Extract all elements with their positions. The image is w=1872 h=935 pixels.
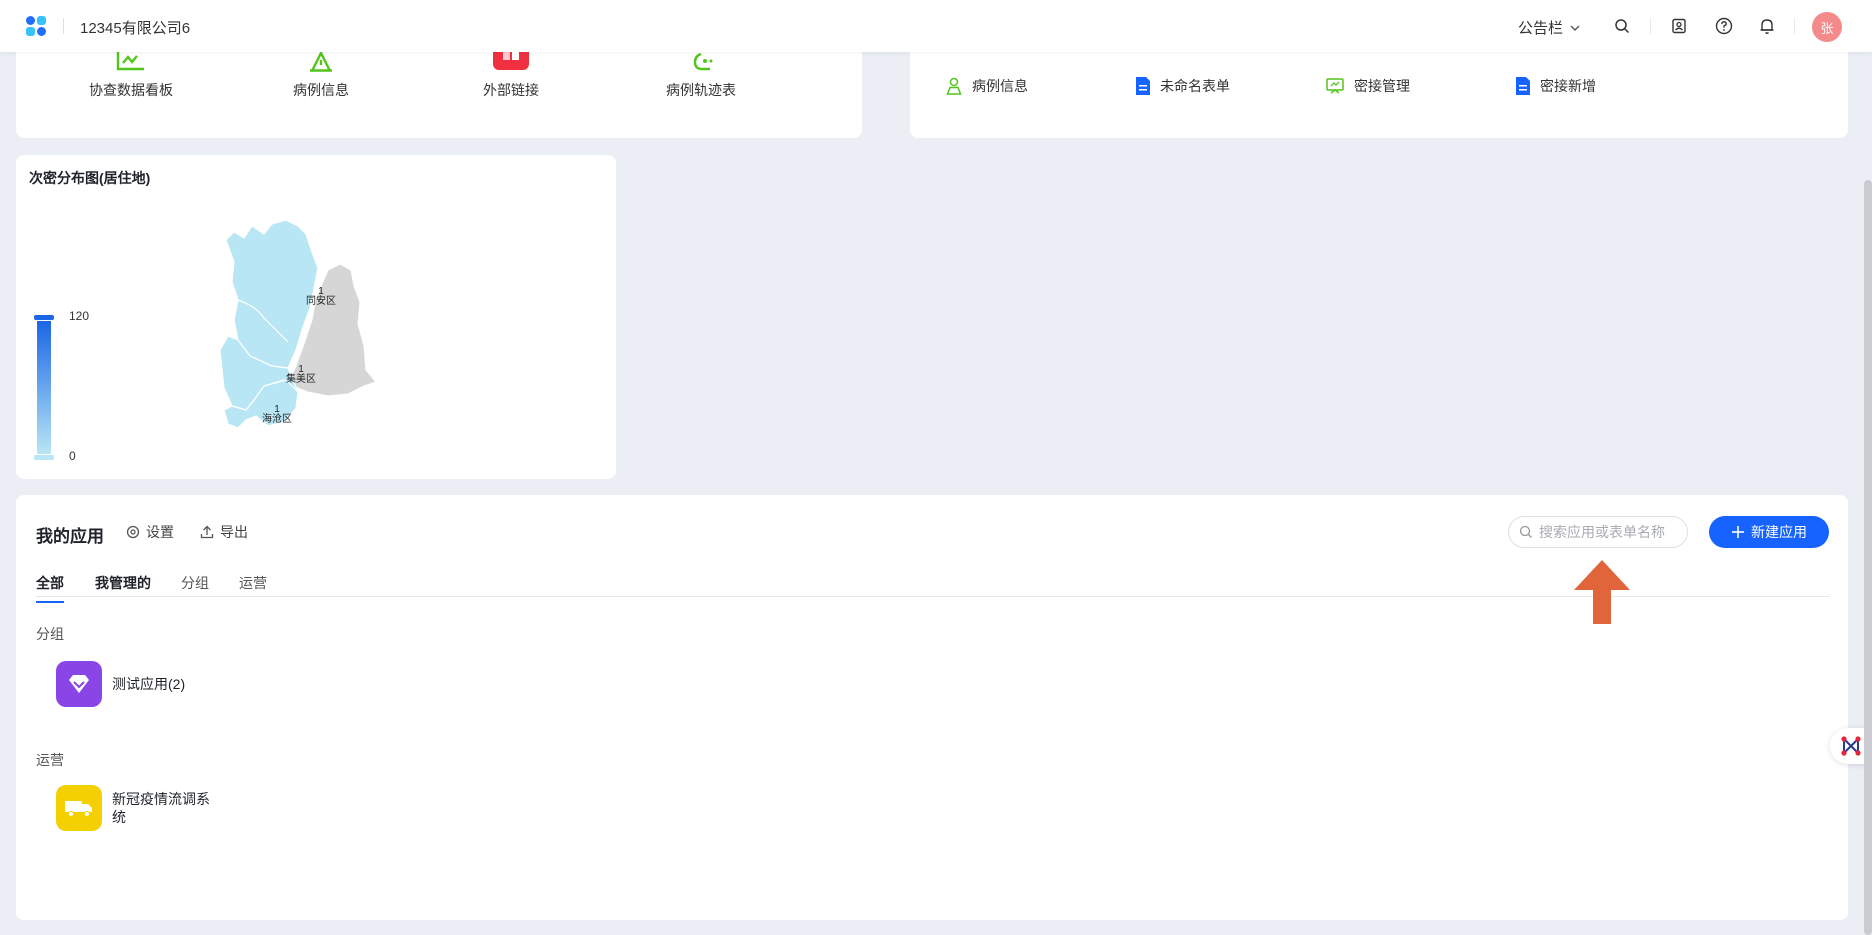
- section-label-group: 分组: [36, 626, 64, 642]
- section-label-operations: 运营: [36, 752, 64, 768]
- quick-link-label: 病例信息: [293, 82, 349, 98]
- document-icon: [1516, 77, 1530, 95]
- recent-form-label: 病例信息: [972, 78, 1028, 94]
- district-map[interactable]: [216, 210, 436, 470]
- screen-icon: [1326, 78, 1344, 94]
- recent-form-contact-management[interactable]: 密接管理: [1326, 76, 1410, 96]
- gear-icon: [126, 525, 140, 539]
- user-avatar[interactable]: 张: [1812, 12, 1842, 42]
- document-icon: [1136, 77, 1150, 95]
- top-bar: 12345有限公司6 公告栏 张: [0, 0, 1872, 52]
- page-scrollbar[interactable]: [1864, 180, 1872, 935]
- upload-icon: [200, 525, 214, 539]
- recent-form-contact-add[interactable]: 密接新增: [1516, 76, 1596, 96]
- export-button[interactable]: 导出: [200, 522, 248, 542]
- district-label-tongan[interactable]: 1 同安区: [306, 287, 336, 307]
- export-label: 导出: [220, 524, 248, 540]
- new-app-label: 新建应用: [1751, 524, 1807, 540]
- chevron-down-icon: [1570, 25, 1580, 31]
- header-separator: [1650, 18, 1651, 34]
- app-name: 新冠疫情流调系统: [112, 791, 210, 825]
- tab-operations[interactable]: 运营: [239, 573, 267, 601]
- annotation-arrow-up-icon: [1574, 560, 1630, 624]
- recent-form-label: 密接新增: [1540, 78, 1596, 94]
- app-tile-covid-tracing[interactable]: 新冠疫情流调系统: [56, 785, 214, 831]
- search-icon: [1519, 525, 1532, 538]
- recent-form-case-info[interactable]: 病例信息: [946, 76, 1028, 96]
- plus-icon: [1732, 526, 1744, 538]
- settings-button[interactable]: 设置: [126, 522, 174, 542]
- network-icon: [1841, 736, 1861, 756]
- distribution-map-card: 次密分布图(居住地) 120 0 1 同安区 1 集美区 1 海沧区: [16, 155, 616, 479]
- notice-board-label: 公告栏: [1518, 20, 1564, 37]
- company-name[interactable]: 12345有限公司6: [80, 17, 190, 38]
- app-search-box[interactable]: [1508, 516, 1688, 548]
- district-label-haicang[interactable]: 1 海沧区: [262, 405, 292, 425]
- my-apps-title: 我的应用: [36, 527, 104, 546]
- legend-max-value: 120: [69, 309, 90, 323]
- notice-board-dropdown[interactable]: 公告栏: [1518, 17, 1581, 38]
- quick-link-label: 协查数据看板: [89, 82, 173, 98]
- legend-min-value: 0: [69, 449, 76, 463]
- header-divider: [63, 18, 64, 34]
- help-icon[interactable]: [1713, 15, 1735, 37]
- app-tabs: 全部 我管理的 分组 运营: [36, 573, 1830, 603]
- app-name: 测试应用(2): [112, 676, 186, 692]
- truck-icon: [56, 785, 102, 831]
- diamond-icon: [56, 661, 102, 707]
- app-search-input[interactable]: [1539, 524, 1679, 540]
- person-icon: [946, 77, 962, 95]
- tab-managed[interactable]: 我管理的: [95, 573, 151, 601]
- new-app-button[interactable]: 新建应用: [1709, 516, 1829, 548]
- my-apps-card: 我的应用 设置 导出 新建应用 全部 我管理的 分组 运营 分组 测试应用(2)…: [16, 495, 1848, 920]
- map-title: 次密分布图(居住地): [29, 170, 151, 186]
- recent-form-label: 密接管理: [1354, 78, 1410, 94]
- header-separator: [1794, 18, 1795, 34]
- search-icon[interactable]: [1611, 15, 1633, 37]
- recent-form-label: 未命名表单: [1160, 78, 1230, 94]
- district-label-jimei[interactable]: 1 集美区: [286, 365, 316, 385]
- settings-label: 设置: [146, 524, 174, 540]
- contacts-icon[interactable]: [1668, 15, 1690, 37]
- tab-all[interactable]: 全部: [36, 573, 64, 603]
- app-logo-icon[interactable]: [26, 16, 48, 36]
- quick-link-label: 病例轨迹表: [666, 82, 736, 98]
- quick-link-label: 外部链接: [483, 82, 539, 98]
- app-tile-test[interactable]: 测试应用(2): [56, 661, 214, 707]
- bell-icon[interactable]: [1756, 15, 1778, 37]
- map-legend-gradient[interactable]: [32, 315, 56, 461]
- recent-form-unnamed[interactable]: 未命名表单: [1136, 76, 1230, 96]
- tab-group[interactable]: 分组: [181, 573, 209, 601]
